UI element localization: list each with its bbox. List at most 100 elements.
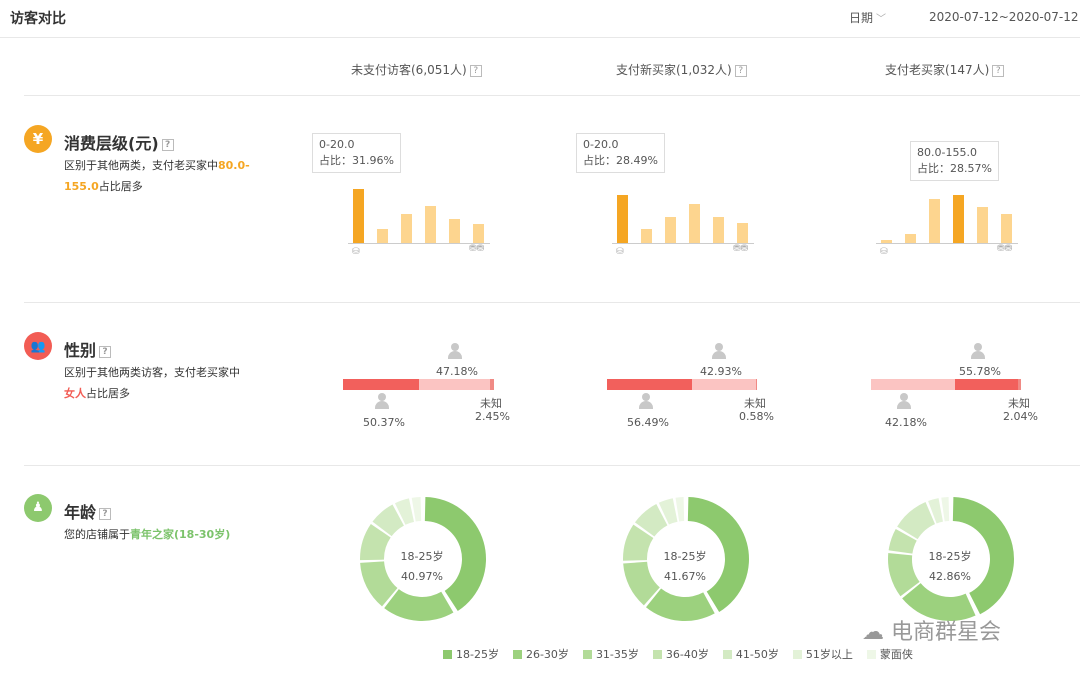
age-legend: 18-25岁 26-30岁 31-35岁 36-40岁 41-50岁 51岁以上 蒙面侠 bbox=[443, 646, 913, 662]
donut-center-label: 18-25岁 bbox=[400, 550, 444, 563]
legend-swatch bbox=[582, 650, 592, 659]
column-header-new: 支付新买家(1,032人)? bbox=[616, 61, 747, 78]
male-pct: 50.37% bbox=[363, 416, 405, 429]
legend-item[interactable]: 41-50岁 bbox=[722, 646, 779, 662]
gender-segment-male[interactable] bbox=[343, 379, 419, 390]
legend-item[interactable]: 蒙面侠 bbox=[866, 646, 913, 662]
unknown-pct: 0.58% bbox=[739, 410, 774, 423]
gender-segment-male[interactable] bbox=[955, 379, 1018, 390]
male-icon bbox=[639, 393, 653, 409]
female-icon bbox=[448, 343, 462, 359]
spend-bar[interactable] bbox=[401, 214, 412, 243]
gender-segment-unknown[interactable] bbox=[756, 379, 757, 390]
users-icon: 👥 bbox=[24, 332, 52, 360]
legend-item[interactable]: 26-30岁 bbox=[512, 646, 569, 662]
spend-bar[interactable] bbox=[737, 223, 748, 243]
column-header-label: 支付新买家(1,032人) bbox=[616, 63, 732, 77]
section-desc-gender: 区别于其他两类访客，支付老买家中 女人占比居多 bbox=[64, 362, 254, 404]
gender-segment-female[interactable] bbox=[871, 379, 955, 390]
coins-icon: ⛃⛃ bbox=[733, 244, 749, 254]
section-desc-age: 您的店铺属于青年之家(18-30岁) bbox=[64, 524, 254, 545]
column-header-label: 未支付访客(6,051人) bbox=[351, 63, 467, 77]
female-icon bbox=[971, 343, 985, 359]
legend-item[interactable]: 18-25岁 bbox=[443, 646, 499, 662]
gender-segment-unknown[interactable] bbox=[1018, 379, 1021, 390]
legend-item[interactable]: 36-40岁 bbox=[652, 646, 709, 662]
spend-bar[interactable] bbox=[449, 219, 460, 243]
column-header-old: 支付老买家(147人)? bbox=[885, 61, 1005, 78]
section-title-label: 性别 bbox=[64, 341, 97, 360]
spend-bar[interactable] bbox=[377, 229, 388, 243]
spend-bar[interactable] bbox=[977, 207, 988, 243]
date-dropdown[interactable]: 日期 ﹀ bbox=[849, 9, 886, 26]
legend-item[interactable]: 51岁以上 bbox=[792, 646, 853, 662]
spend-bar[interactable] bbox=[473, 224, 484, 243]
section-title-age: 年龄? bbox=[64, 499, 112, 523]
spend-bar[interactable] bbox=[713, 217, 724, 243]
section-title-spend: 消费层级(元)? bbox=[64, 130, 174, 154]
age-slice[interactable] bbox=[941, 497, 950, 522]
help-icon[interactable]: ? bbox=[469, 64, 482, 77]
spend-bar[interactable] bbox=[641, 229, 652, 243]
wechat-icon: ☁ bbox=[862, 620, 884, 645]
donut-center-label: 18-25岁 bbox=[663, 550, 707, 563]
tooltip-share: 占比：31.96% bbox=[319, 154, 394, 167]
legend-label: 26-30岁 bbox=[525, 648, 569, 661]
male-pct: 56.49% bbox=[627, 416, 669, 429]
help-icon[interactable]: ? bbox=[161, 138, 174, 151]
help-icon[interactable]: ? bbox=[99, 345, 112, 358]
family-icon: ♟ bbox=[24, 494, 52, 522]
coins-icon: ⛃⛃ bbox=[469, 244, 485, 254]
legend-item[interactable]: 31-35岁 bbox=[582, 646, 639, 662]
help-icon[interactable]: ? bbox=[734, 64, 747, 77]
coin-icon: ⛁ bbox=[880, 247, 888, 257]
desc-text: 区别于其他两类访客，支付老买家中 bbox=[64, 366, 240, 379]
legend-label: 蒙面侠 bbox=[879, 648, 913, 661]
spend-bar[interactable] bbox=[425, 206, 436, 243]
legend-label: 18-25岁 bbox=[456, 648, 499, 661]
donut-center-label: 18-25岁 bbox=[928, 550, 972, 563]
coin-icon: ⛁ bbox=[352, 247, 360, 257]
spend-bar[interactable] bbox=[1001, 214, 1012, 243]
spend-bar[interactable] bbox=[953, 195, 964, 243]
help-icon[interactable]: ? bbox=[99, 507, 112, 520]
help-icon[interactable]: ? bbox=[992, 64, 1005, 77]
age-slice[interactable] bbox=[645, 588, 715, 621]
date-dropdown-label: 日期 bbox=[849, 11, 874, 25]
spend-tooltip: 0-20.0 占比：31.96% bbox=[312, 133, 401, 173]
person-body bbox=[897, 401, 911, 409]
person-head bbox=[642, 393, 650, 401]
unknown-label: 未知 bbox=[744, 397, 766, 410]
spend-bar[interactable] bbox=[617, 195, 628, 243]
gender-segment-female[interactable] bbox=[692, 379, 756, 390]
divider bbox=[24, 465, 1080, 466]
divider bbox=[24, 302, 1080, 303]
legend-label: 41-50岁 bbox=[735, 648, 779, 661]
tooltip-share: 占比：28.57% bbox=[917, 162, 992, 175]
legend-label: 51岁以上 bbox=[805, 648, 853, 661]
unknown-label: 未知 bbox=[1008, 397, 1030, 410]
spend-bar[interactable] bbox=[689, 204, 700, 243]
female-pct: 55.78% bbox=[959, 365, 1001, 378]
watermark-text: 电商群星会 bbox=[891, 620, 1002, 645]
gender-segment-unknown[interactable] bbox=[490, 379, 494, 390]
male-pct: 42.18% bbox=[885, 416, 927, 429]
legend-swatch bbox=[443, 650, 452, 659]
spend-bar[interactable] bbox=[665, 217, 676, 243]
tooltip-range: 80.0-155.0 bbox=[917, 146, 977, 159]
legend-label: 36-40岁 bbox=[665, 648, 709, 661]
spend-tooltip: 0-20.0 占比：28.49% bbox=[576, 133, 665, 173]
person-body bbox=[712, 351, 726, 359]
age-slice[interactable] bbox=[384, 589, 454, 621]
divider bbox=[24, 95, 1080, 96]
legend-swatch bbox=[866, 650, 876, 659]
section-desc-spend: 区别于其他两类，支付老买家中80.0-155.0占比居多 bbox=[64, 155, 254, 197]
spend-bar[interactable] bbox=[353, 189, 364, 243]
date-range: 2020-07-12~2020-07-12 bbox=[929, 10, 1079, 24]
spend-bar[interactable] bbox=[929, 199, 940, 243]
gender-segment-female[interactable] bbox=[419, 379, 490, 390]
spend-bar[interactable] bbox=[905, 234, 916, 243]
age-slice[interactable] bbox=[675, 497, 685, 522]
person-head bbox=[974, 343, 982, 351]
gender-segment-male[interactable] bbox=[607, 379, 692, 390]
